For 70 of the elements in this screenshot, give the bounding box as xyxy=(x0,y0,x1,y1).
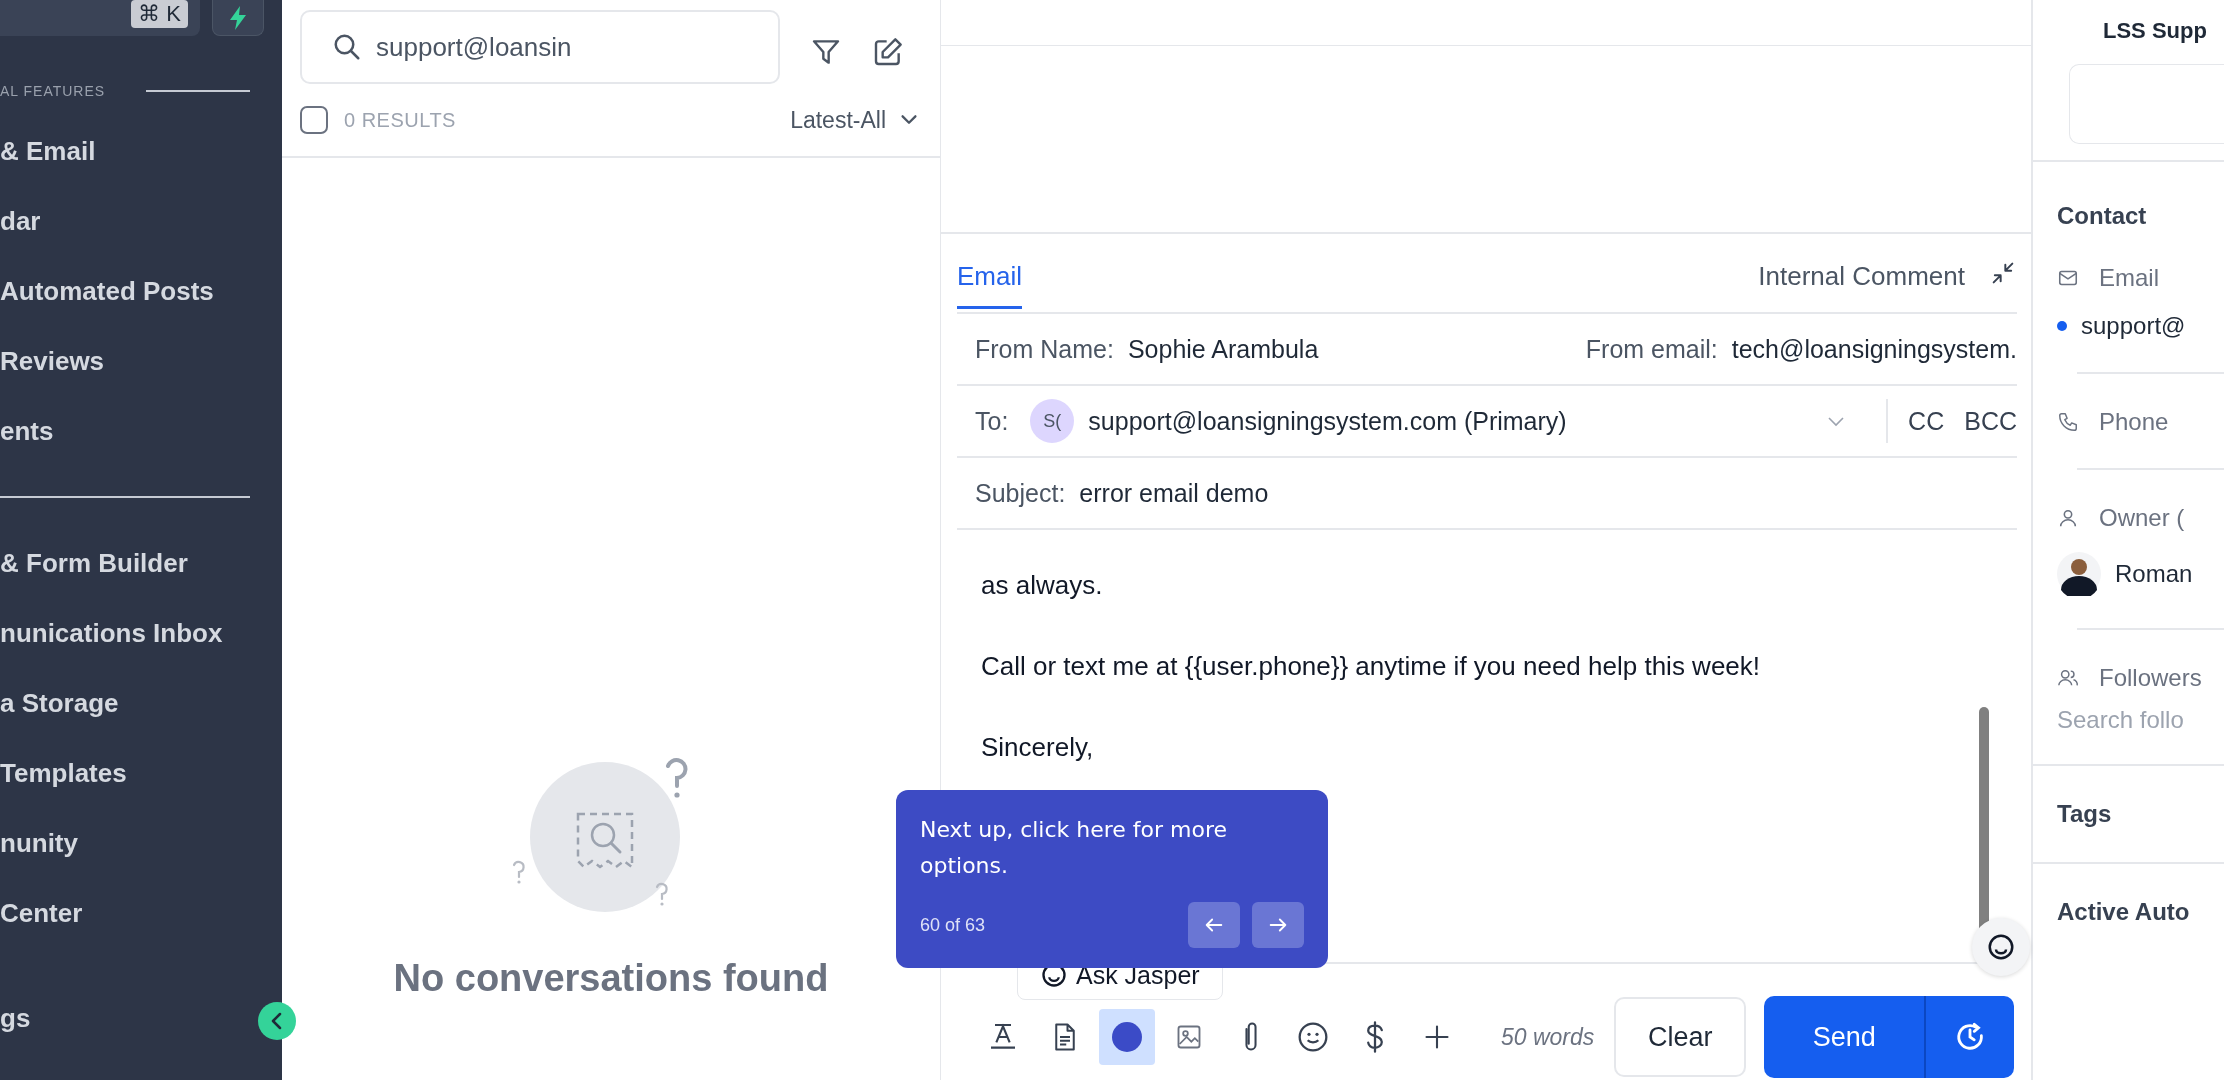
tour-message: Next up, click here for more options. xyxy=(920,816,1229,880)
from-name-value: Sophie Arambula xyxy=(1127,334,1319,364)
sidebar-item[interactable]: nunity xyxy=(0,808,78,878)
search-icon xyxy=(332,32,362,62)
section-label: AL FEATURES xyxy=(0,83,107,99)
next-button[interactable] xyxy=(1252,902,1304,948)
tab[interactable]: Internal Comment xyxy=(1758,243,1965,309)
shortcut-key: ⌘ K xyxy=(131,0,188,28)
recipient-avatar: S( xyxy=(1030,399,1075,443)
sidebar-item[interactable]: dar xyxy=(0,186,41,256)
cc-link[interactable]: CC xyxy=(1908,406,1945,436)
dot-icon xyxy=(1110,1020,1144,1054)
previous-button[interactable] xyxy=(1188,902,1240,948)
field-label: From Name: xyxy=(975,334,1114,364)
contact-title: LSS Supp xyxy=(2102,17,2208,44)
field-label: Phone xyxy=(2099,408,2169,436)
sidebar-item[interactable]: & Form Builder xyxy=(0,528,188,598)
search-field[interactable]: ⌘ K xyxy=(0,0,200,36)
sidebar-item[interactable]: Center xyxy=(0,878,83,948)
section-heading: Tags xyxy=(2033,764,2224,862)
sidebar-item[interactable]: nunications Inbox xyxy=(0,598,223,668)
results-count: 0 RESULTS xyxy=(344,108,456,132)
field-label: To: xyxy=(975,406,1009,436)
field-label: Followers xyxy=(2099,664,2202,692)
tab[interactable]: Email xyxy=(957,243,1022,309)
sidebar-item[interactable]: a Storage xyxy=(0,668,119,738)
field-label: From email: xyxy=(1585,334,1718,364)
chevron-left-icon xyxy=(270,1012,284,1030)
assistant-button[interactable] xyxy=(1972,918,2030,976)
avatar-icon xyxy=(2057,552,2101,596)
field-label: Email xyxy=(2099,264,2159,292)
schedule-button[interactable] xyxy=(1924,996,2015,1078)
subject-value[interactable]: error email demo xyxy=(1079,478,1269,508)
sort-dropdown[interactable]: Latest-All xyxy=(790,106,886,134)
quick-actions-button[interactable] xyxy=(212,0,264,36)
step-counter: 60 of 63 xyxy=(920,914,986,936)
from-email-value: tech@loansigningsystem. xyxy=(1731,334,2017,364)
edit-icon[interactable] xyxy=(872,36,904,68)
recipient-value[interactable]: support@loansigningsystem.com (Primary) xyxy=(1088,406,1567,436)
section-heading: Active Auto xyxy=(2033,862,2224,960)
plus-icon xyxy=(1423,1023,1451,1051)
bcc-link[interactable]: BCC xyxy=(1964,406,2017,436)
field-label: Owner ( xyxy=(2099,504,2185,532)
body-paragraph: Call or text me at {{user.phone}} anytime if you need help this week! xyxy=(981,653,1762,680)
phone-icon xyxy=(2057,411,2079,433)
sidebar-item[interactable]: Reviews xyxy=(0,326,105,396)
word-count: 50 words xyxy=(1501,1023,1595,1051)
send-button[interactable]: Send xyxy=(1764,996,1925,1078)
lightning-icon xyxy=(228,5,248,30)
body-paragraph: as always. xyxy=(981,572,1104,599)
empty-message: No conversations found xyxy=(393,957,829,1000)
field-label: Subject: xyxy=(975,478,1066,508)
sidebar-item[interactable]: ents xyxy=(0,396,54,466)
image-icon xyxy=(1175,1023,1203,1051)
clear-button[interactable]: Clear xyxy=(1614,997,1747,1077)
person-icon xyxy=(2057,507,2079,529)
section-heading: Contact xyxy=(2057,202,2148,230)
search-field[interactable]: support@loansin xyxy=(300,10,780,84)
robot-icon xyxy=(1986,932,2016,962)
sidebar-item[interactable]: gs xyxy=(0,983,31,1053)
body-paragraph: Sincerely, xyxy=(981,734,1095,761)
smiley-icon xyxy=(1297,1021,1329,1053)
select-all-checkbox[interactable] xyxy=(300,106,328,134)
owner-name: Roman xyxy=(2115,560,2193,588)
sidebar-item[interactable]: Automated Posts xyxy=(0,256,214,326)
sidebar-item[interactable]: Templates xyxy=(0,738,127,808)
dot-tool-button[interactable] xyxy=(1099,1009,1155,1065)
email-value[interactable]: support@ xyxy=(2081,312,2186,340)
primary-dot xyxy=(2057,321,2067,331)
sidebar-item[interactable]: & Email xyxy=(0,116,96,186)
